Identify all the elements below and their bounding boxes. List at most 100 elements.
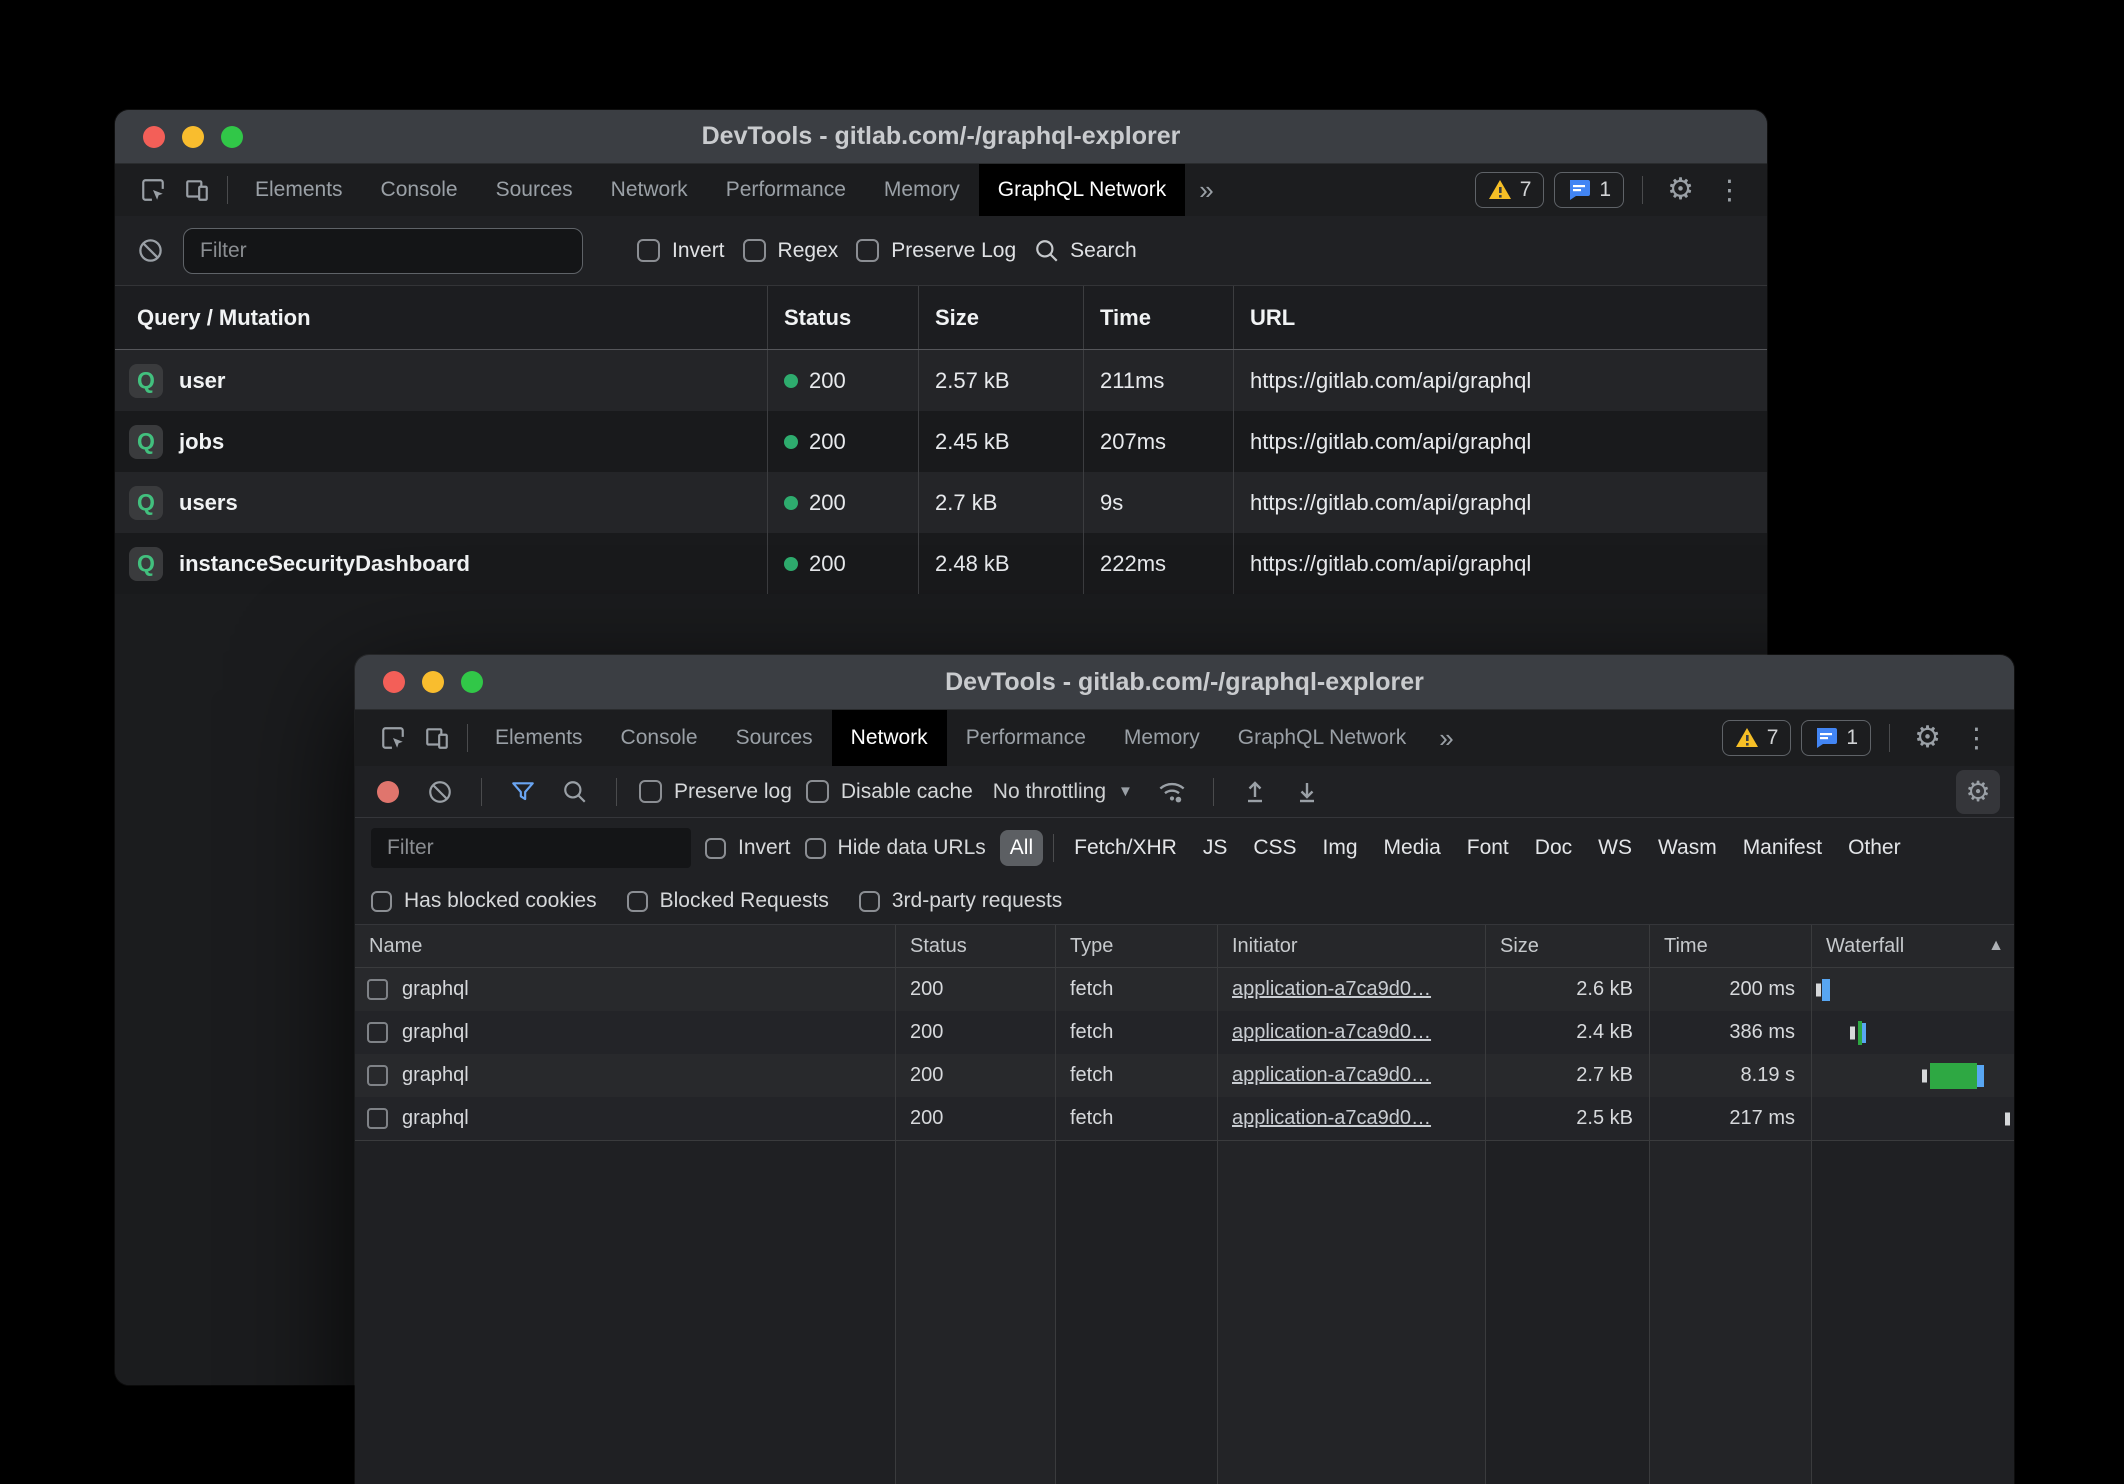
more-tabs-icon[interactable]: » <box>1425 710 1467 766</box>
device-toolbar-icon[interactable] <box>175 164 219 216</box>
issues-badge[interactable]: 1 <box>1554 172 1624 208</box>
tab-memory[interactable]: Memory <box>865 164 979 216</box>
tab-memory[interactable]: Memory <box>1105 710 1219 766</box>
has-blocked-cookies-checkbox[interactable] <box>371 891 392 912</box>
inspect-element-icon[interactable] <box>371 710 415 766</box>
import-har-icon[interactable] <box>1236 773 1274 811</box>
clear-icon[interactable] <box>421 773 459 811</box>
preserve-log-checkbox-group[interactable]: Preserve Log <box>856 239 1016 263</box>
titlebar[interactable]: DevTools - gitlab.com/-/graphql-explorer <box>355 655 2014 710</box>
type-filter-other[interactable]: Other <box>1838 830 1911 866</box>
type-filter-img[interactable]: Img <box>1313 830 1368 866</box>
device-toolbar-icon[interactable] <box>415 710 459 766</box>
table-row[interactable]: QinstanceSecurityDashboard 200 2.48 kB 2… <box>115 533 1767 594</box>
kebab-menu-icon[interactable]: ⋮ <box>1710 177 1749 204</box>
inspect-element-icon[interactable] <box>131 164 175 216</box>
invert-checkbox[interactable] <box>705 838 726 859</box>
tab-graphql-network[interactable]: GraphQL Network <box>1219 710 1425 766</box>
kebab-menu-icon[interactable]: ⋮ <box>1957 725 1996 752</box>
table-row[interactable]: graphql 200 fetch application-a7ca9d0… 2… <box>355 968 2014 1011</box>
initiator-link[interactable]: application-a7ca9d0… <box>1232 978 1431 1001</box>
zoom-button[interactable] <box>461 671 483 693</box>
type-filter-all[interactable]: All <box>1000 830 1043 866</box>
tab-network[interactable]: Network <box>592 164 707 216</box>
throttling-select[interactable]: No throttling ▼ <box>987 780 1139 804</box>
settings-gear-icon[interactable]: ⚙ <box>1908 723 1947 753</box>
type-filter-ws[interactable]: WS <box>1588 830 1642 866</box>
minimize-button[interactable] <box>182 126 204 148</box>
record-button[interactable] <box>369 773 407 811</box>
blocked-requests-checkbox[interactable] <box>627 891 648 912</box>
row-checkbox[interactable] <box>367 979 388 1000</box>
tab-elements[interactable]: Elements <box>476 710 602 766</box>
third-party-requests-checkbox[interactable] <box>859 891 880 912</box>
tab-console[interactable]: Console <box>362 164 477 216</box>
table-row[interactable]: graphql 200 fetch application-a7ca9d0… 2… <box>355 1011 2014 1054</box>
type-filter-css[interactable]: CSS <box>1243 830 1306 866</box>
tab-graphql-network[interactable]: GraphQL Network <box>979 164 1185 216</box>
graphql-filter-input[interactable] <box>183 228 583 274</box>
export-har-icon[interactable] <box>1288 773 1326 811</box>
column-header-size[interactable]: Size <box>1485 925 1649 967</box>
type-filter-fetch-xhr[interactable]: Fetch/XHR <box>1064 830 1187 866</box>
tab-sources[interactable]: Sources <box>477 164 592 216</box>
initiator-link[interactable]: application-a7ca9d0… <box>1232 1021 1431 1044</box>
tab-performance[interactable]: Performance <box>707 164 865 216</box>
tab-network[interactable]: Network <box>832 710 947 766</box>
zoom-button[interactable] <box>221 126 243 148</box>
close-button[interactable] <box>143 126 165 148</box>
column-header-waterfall[interactable]: Waterfall ▲ <box>1811 925 2014 967</box>
network-filter-input[interactable] <box>371 828 691 868</box>
table-row[interactable]: graphql 200 fetch application-a7ca9d0… 2… <box>355 1054 2014 1097</box>
search-icon[interactable] <box>556 773 594 811</box>
initiator-link[interactable]: application-a7ca9d0… <box>1232 1107 1431 1130</box>
blocked-requests-group[interactable]: Blocked Requests <box>627 889 829 913</box>
type-filter-media[interactable]: Media <box>1374 830 1451 866</box>
third-party-requests-group[interactable]: 3rd-party requests <box>859 889 1062 913</box>
issues-badge[interactable]: 1 <box>1801 720 1871 756</box>
preserve-log-checkbox[interactable] <box>856 239 879 262</box>
preserve-log-checkbox[interactable] <box>639 780 662 803</box>
column-header-url[interactable]: URL <box>1233 286 1767 349</box>
filter-funnel-icon[interactable] <box>504 773 542 811</box>
clear-icon[interactable] <box>135 232 165 270</box>
tab-performance[interactable]: Performance <box>947 710 1105 766</box>
warnings-badge[interactable]: 7 <box>1722 720 1792 756</box>
initiator-link[interactable]: application-a7ca9d0… <box>1232 1064 1431 1087</box>
disable-cache-checkbox[interactable] <box>806 780 829 803</box>
type-filter-js[interactable]: JS <box>1193 830 1238 866</box>
column-header-status[interactable]: Status <box>895 925 1055 967</box>
search-button[interactable]: Search <box>1034 238 1137 264</box>
tab-console[interactable]: Console <box>602 710 717 766</box>
more-tabs-icon[interactable]: » <box>1185 164 1227 216</box>
close-button[interactable] <box>383 671 405 693</box>
hide-data-urls-checkbox[interactable] <box>805 838 826 859</box>
row-checkbox[interactable] <box>367 1065 388 1086</box>
hide-data-urls-checkbox-group[interactable]: Hide data URLs <box>805 836 986 860</box>
warnings-badge[interactable]: 7 <box>1475 172 1545 208</box>
settings-gear-icon[interactable]: ⚙ <box>1661 175 1700 205</box>
table-row[interactable]: graphql 200 fetch application-a7ca9d0… 2… <box>355 1097 2014 1140</box>
column-header-initiator[interactable]: Initiator <box>1217 925 1485 967</box>
column-header-status[interactable]: Status <box>767 286 918 349</box>
type-filter-manifest[interactable]: Manifest <box>1733 830 1832 866</box>
column-header-time[interactable]: Time <box>1083 286 1233 349</box>
preserve-log-checkbox-group[interactable]: Preserve log <box>639 780 792 804</box>
regex-checkbox-group[interactable]: Regex <box>743 239 839 263</box>
row-checkbox[interactable] <box>367 1108 388 1129</box>
tab-sources[interactable]: Sources <box>717 710 832 766</box>
invert-checkbox[interactable] <box>637 239 660 262</box>
invert-checkbox-group[interactable]: Invert <box>705 836 791 860</box>
has-blocked-cookies-group[interactable]: Has blocked cookies <box>371 889 597 913</box>
column-header-name[interactable]: Name <box>355 925 895 967</box>
table-row[interactable]: Qjobs 200 2.45 kB 207ms https://gitlab.c… <box>115 411 1767 472</box>
column-header-type[interactable]: Type <box>1055 925 1217 967</box>
disable-cache-checkbox-group[interactable]: Disable cache <box>806 780 973 804</box>
row-checkbox[interactable] <box>367 1022 388 1043</box>
titlebar[interactable]: DevTools - gitlab.com/-/graphql-explorer <box>115 110 1767 164</box>
tab-elements[interactable]: Elements <box>236 164 362 216</box>
type-filter-doc[interactable]: Doc <box>1525 830 1582 866</box>
invert-checkbox-group[interactable]: Invert <box>637 239 725 263</box>
regex-checkbox[interactable] <box>743 239 766 262</box>
column-header-time[interactable]: Time <box>1649 925 1811 967</box>
